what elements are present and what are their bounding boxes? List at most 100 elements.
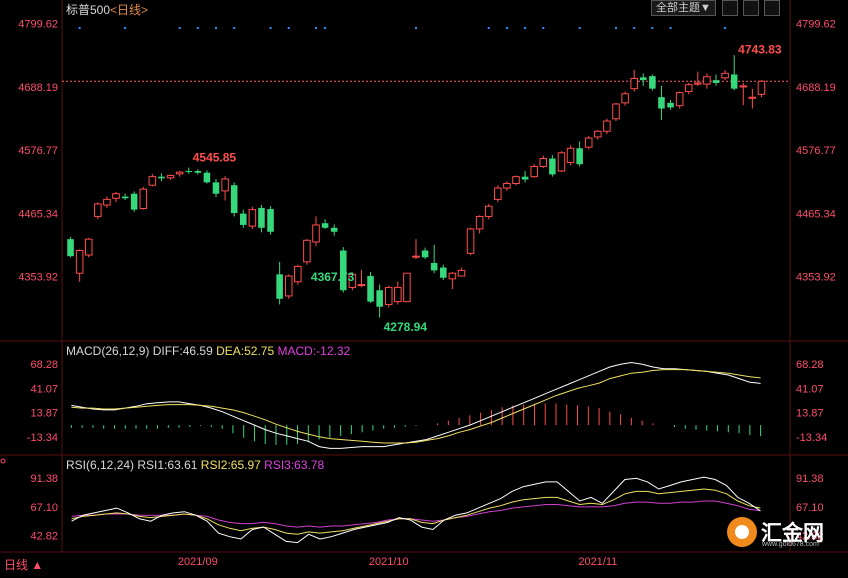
theme-button[interactable]: 全部主题▼ (651, 0, 716, 16)
event-marker (233, 27, 236, 29)
event-marker (524, 27, 527, 29)
candle-body (640, 77, 647, 81)
candle-body (594, 130, 602, 138)
chart-canvas: 4799.62 4799.62 4688.19 4688.19 4576.77 4576.… (0, 0, 848, 568)
candle-body (757, 80, 766, 95)
candle-body (84, 238, 93, 256)
candle-body (321, 223, 329, 228)
price-y-label-right: 4799.62 (796, 19, 836, 31)
candle-body (148, 176, 157, 186)
candle-body (494, 187, 502, 200)
settings-icon[interactable] (743, 0, 759, 16)
macd-dea: DEA:52.75 (216, 344, 275, 358)
event-marker (178, 27, 181, 29)
candle-body (185, 171, 192, 172)
rsi2-line (71, 488, 761, 535)
candle-body (630, 77, 638, 90)
candle-body (649, 76, 656, 89)
event-marker (487, 27, 490, 29)
candle-body (512, 176, 520, 184)
candle-body (484, 205, 493, 217)
macd-y-label-right: -13.34 (796, 432, 827, 444)
candle-body (139, 188, 148, 209)
candle-body (475, 215, 484, 230)
candle-body (739, 85, 748, 88)
candle-body (166, 175, 175, 179)
event-marker (615, 27, 617, 29)
candle-body (730, 74, 738, 89)
candle-body (675, 92, 684, 107)
macd-y-label-left: -13.34 (27, 432, 58, 444)
symbol-name: 标普500 (66, 3, 111, 17)
candle-body (703, 76, 711, 85)
macd-y-label-left: 13.87 (30, 408, 58, 420)
candle-body (457, 269, 466, 277)
event-marker (669, 27, 672, 29)
candle-body (621, 93, 629, 104)
rsi-y-label-right: 67.10 (796, 502, 824, 514)
macd-value: MACD:-12.32 (277, 344, 351, 358)
period-selector[interactable]: 日线 ▲ (4, 556, 43, 573)
macd-title: MACD(26,12,9) (66, 344, 150, 358)
candle-body (448, 272, 457, 280)
x-axis-label: 2021/09 (178, 556, 218, 568)
price-y-label-right: 4576.77 (796, 145, 836, 157)
candle-body (530, 165, 538, 178)
candle-body (330, 227, 338, 232)
price-y-label-left: 4799.62 (18, 19, 58, 31)
annotation-high-2: 4743.83 (738, 42, 782, 56)
macd-dea-line (71, 369, 761, 444)
candle-body (94, 203, 102, 217)
annotation-low-1: 4367.73 (311, 270, 355, 284)
annotation-high-1: 4545.85 (193, 151, 237, 165)
candle-body (121, 196, 129, 199)
watermark-logo: 汇金网 www.gold678.com (727, 517, 833, 551)
candle-body (303, 239, 311, 263)
candle-body (557, 152, 566, 172)
rsi-y-label-left: 67.10 (30, 502, 58, 514)
event-marker (633, 27, 636, 29)
rsi-legend: RSI(6,12,24) RSI1:63.61 RSI2:65.97 RSI3:… (66, 458, 324, 472)
grid-icon[interactable] (722, 0, 738, 16)
symbol-title: 标普500<日线> (66, 1, 148, 18)
candle-body (421, 250, 429, 258)
candle-body (367, 276, 374, 302)
event-marker (578, 27, 581, 29)
candle-body (394, 286, 402, 303)
candle-body (158, 176, 165, 179)
event-marker (124, 27, 127, 29)
candle-body (412, 255, 420, 258)
macd-y-label-right: 13.87 (796, 408, 824, 420)
period-link[interactable]: <日线> (110, 3, 148, 17)
event-marker (415, 27, 417, 29)
price-y-label-right: 4353.92 (796, 272, 836, 284)
rsi-y-label-left: 91.38 (30, 473, 58, 485)
candle-body (212, 182, 220, 194)
candle-body (748, 96, 757, 99)
price-y-label-right: 4465.34 (796, 208, 836, 220)
macd-y-label-left: 41.07 (30, 383, 58, 395)
panel-marker-icon (0, 458, 6, 464)
candle-body (230, 185, 238, 214)
macd-diff: DIFF:46.59 (152, 344, 213, 358)
event-marker (287, 27, 290, 29)
x-axis-label: 2021/10 (369, 556, 409, 568)
watermark-url: www.gold678.com (762, 541, 819, 548)
event-marker (542, 27, 545, 29)
event-marker (324, 27, 327, 29)
candle-body (466, 228, 475, 254)
event-marker (196, 27, 199, 29)
rsi1-line (71, 476, 761, 544)
chart-stage: 4799.62 4799.62 4688.19 4688.19 4576.77 4576.… (0, 0, 848, 573)
event-marker (315, 27, 317, 29)
candle-body (240, 213, 247, 225)
candle-body (549, 158, 556, 175)
chart-icon[interactable] (764, 0, 780, 16)
candle-body (603, 120, 611, 132)
event-marker (269, 27, 272, 29)
price-y-label-left: 4465.34 (18, 208, 58, 220)
event-marker (724, 27, 727, 29)
candle-body (75, 250, 84, 274)
candle-body (684, 84, 693, 93)
rsi2-value: RSI2:65.97 (200, 458, 261, 472)
